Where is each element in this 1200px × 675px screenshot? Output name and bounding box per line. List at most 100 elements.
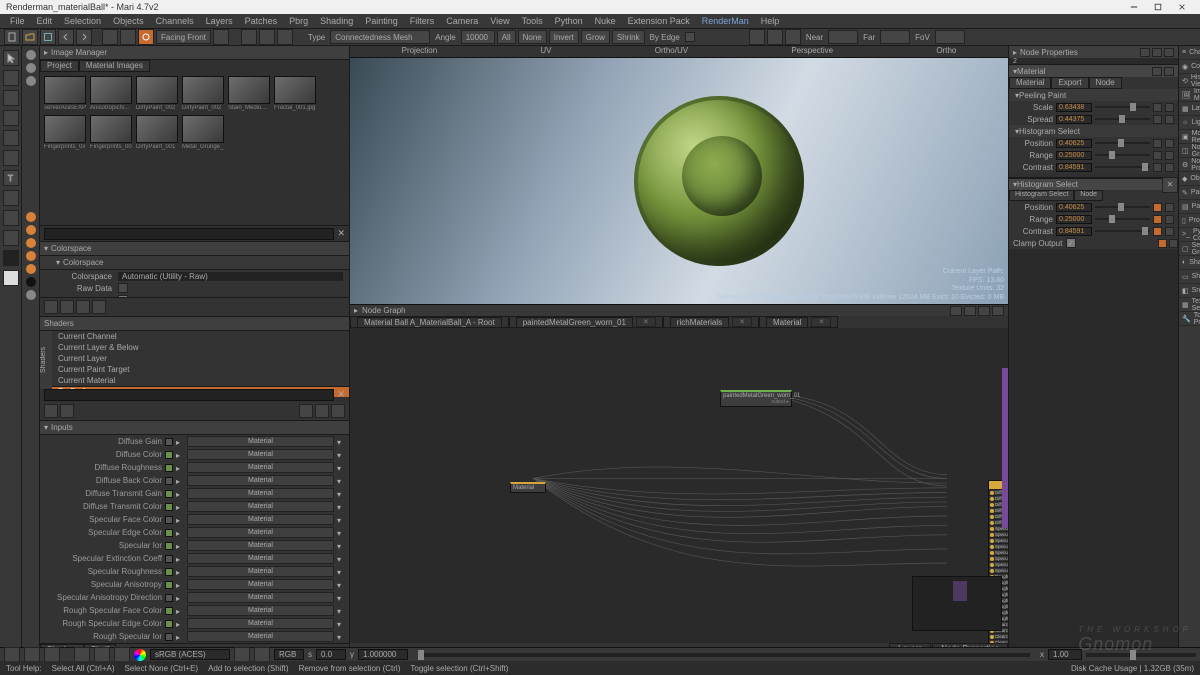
input-source-dropdown[interactable]: Material xyxy=(187,501,334,512)
image-thumbnail[interactable]: serverAcesEXP xyxy=(44,76,86,111)
prop-value-field[interactable]: 0.84591 xyxy=(1056,227,1092,236)
prop-slider[interactable] xyxy=(1095,142,1150,144)
link-icon[interactable]: ▸ xyxy=(176,555,184,563)
dock-tab-shaders[interactable]: ◐Shaders xyxy=(1179,256,1200,270)
unlink-icon[interactable]: ▾ xyxy=(337,438,345,446)
dot-icon[interactable] xyxy=(26,277,36,287)
menu-view[interactable]: View xyxy=(484,16,515,26)
tab-project[interactable]: Project xyxy=(40,60,79,72)
unlink-icon[interactable]: ▾ xyxy=(337,464,345,472)
clamp-output-checkbox[interactable]: ✓ xyxy=(1066,238,1076,248)
color-swatch[interactable] xyxy=(165,503,173,511)
input-source-dropdown[interactable]: Material xyxy=(187,514,334,525)
shader-list-item[interactable]: Current Paint Target xyxy=(52,364,349,375)
brush-icon[interactable] xyxy=(3,210,19,226)
unlink-icon[interactable]: ▾ xyxy=(337,594,345,602)
dock-tab-texture-sets[interactable]: ▦Texture Sets xyxy=(1179,298,1200,312)
scale-icon[interactable] xyxy=(3,110,19,126)
color-swatch[interactable] xyxy=(165,464,173,472)
menu-file[interactable]: File xyxy=(4,16,31,26)
vtab-perspective[interactable]: Perspective xyxy=(791,46,833,57)
pin-icon[interactable] xyxy=(1153,151,1162,160)
pin-icon[interactable] xyxy=(1158,239,1167,248)
link-icon[interactable]: ▸ xyxy=(176,529,184,537)
unlink-icon[interactable]: ▾ xyxy=(337,542,345,550)
pxr-input-port[interactable]: Specular Extinction xyxy=(989,549,1008,555)
shader-search-input[interactable] xyxy=(44,389,334,401)
reset-icon[interactable] xyxy=(1165,103,1174,112)
prop-value-field[interactable]: 0.25000 xyxy=(1056,215,1092,224)
input-source-dropdown[interactable]: Material xyxy=(187,449,334,460)
stop-field[interactable]: 0.0 xyxy=(316,649,346,660)
dot-icon[interactable] xyxy=(26,290,36,300)
ng-tab-root[interactable]: Material Ball A_MaterialBall_A - Root xyxy=(350,316,509,328)
vtab-projection[interactable]: Projection xyxy=(402,46,438,57)
ng-opt2-icon[interactable] xyxy=(964,306,976,316)
dock-tab-selection-groups[interactable]: ▢Selection Groups xyxy=(1179,242,1200,256)
dock-tab-channels[interactable]: ≡Channels xyxy=(1179,46,1200,60)
peeling-header[interactable]: ▾Peeling Paint xyxy=(1009,89,1178,101)
image-thumbnail[interactable]: Fingerprints_0x xyxy=(44,115,86,150)
input-source-dropdown[interactable]: Material xyxy=(187,592,334,603)
window-close-button[interactable] xyxy=(1170,0,1194,14)
link-icon[interactable]: ▸ xyxy=(176,503,184,511)
dot-icon[interactable] xyxy=(26,251,36,261)
paint-target-icon[interactable] xyxy=(138,29,154,45)
reset-icon[interactable] xyxy=(1165,215,1174,224)
unlink-icon[interactable]: ▾ xyxy=(337,555,345,563)
shader-list-item[interactable]: Current Layer xyxy=(52,353,349,364)
menu-patches[interactable]: Patches xyxy=(239,16,284,26)
img-save-icon[interactable] xyxy=(76,300,90,314)
link-icon[interactable]: ▸ xyxy=(176,568,184,576)
mat-close-icon[interactable] xyxy=(1164,67,1174,76)
dot-icon[interactable] xyxy=(26,264,36,274)
dock-tab-node-properties[interactable]: ⚙Node Properties xyxy=(1179,158,1200,172)
link-icon[interactable]: ▸ xyxy=(176,438,184,446)
prop-value-field[interactable]: 0.40625 xyxy=(1056,203,1092,212)
menu-selection[interactable]: Selection xyxy=(58,16,107,26)
pin-icon[interactable] xyxy=(1153,115,1162,124)
dot-icon[interactable] xyxy=(26,212,36,222)
link-icon[interactable]: ▸ xyxy=(176,542,184,550)
link-icon[interactable]: ▸ xyxy=(176,490,184,498)
color-swatch[interactable] xyxy=(165,568,173,576)
hs-tab-hist[interactable]: Histogram Select xyxy=(1009,190,1074,201)
unlink-icon[interactable]: ▾ xyxy=(337,516,345,524)
img-new-icon[interactable] xyxy=(44,300,58,314)
tab-material-images[interactable]: Material Images xyxy=(79,60,150,72)
fg-swatch[interactable] xyxy=(3,250,19,266)
np-opt-icon[interactable] xyxy=(1164,48,1174,57)
unlink-icon[interactable]: ▾ xyxy=(337,633,345,641)
unlink-icon[interactable]: ▾ xyxy=(337,451,345,459)
menu-filters[interactable]: Filters xyxy=(404,16,441,26)
zoom-slider[interactable] xyxy=(1086,653,1196,657)
shader-add-icon[interactable] xyxy=(44,404,58,418)
link-icon[interactable]: ▸ xyxy=(176,464,184,472)
save-icon[interactable] xyxy=(40,29,56,45)
node-material-in[interactable]: Material xyxy=(510,482,546,493)
pin-icon[interactable] xyxy=(1153,139,1162,148)
link-icon[interactable]: ▸ xyxy=(176,581,184,589)
menu-pbrg[interactable]: Pbrg xyxy=(283,16,314,26)
dock-tab-colors[interactable]: ◉Colors xyxy=(1179,60,1200,74)
menu-python[interactable]: Python xyxy=(549,16,589,26)
close-icon[interactable]: ✕ xyxy=(811,317,831,327)
dock-tab-modo-render[interactable]: ▣Modo Render xyxy=(1179,130,1200,144)
render-icon[interactable] xyxy=(120,29,136,45)
pin-icon[interactable] xyxy=(1153,103,1162,112)
image-thumbnail[interactable]: DirtyPaint_002 xyxy=(182,76,224,111)
window-maximize-button[interactable] xyxy=(1146,0,1170,14)
input-source-dropdown[interactable]: Material xyxy=(187,631,334,642)
shader-opt-icon[interactable] xyxy=(315,404,329,418)
dock-tab-projectors[interactable]: ▯Projectors xyxy=(1179,214,1200,228)
menu-shading[interactable]: Shading xyxy=(314,16,359,26)
byedge-checkbox[interactable] xyxy=(685,32,695,42)
pxr-input-port[interactable]: Specular Ior xyxy=(989,543,1008,549)
menu-objects[interactable]: Objects xyxy=(107,16,150,26)
fov-field[interactable] xyxy=(935,30,965,44)
pxr-input-port[interactable]: Specular Anisotropy xyxy=(989,561,1008,567)
color-swatch[interactable] xyxy=(165,490,173,498)
node-properties-header[interactable]: ▸ Node Properties xyxy=(1009,46,1178,58)
pin-icon[interactable] xyxy=(1153,227,1162,236)
dock-tab-shelf[interactable]: ▭Shelf xyxy=(1179,270,1200,284)
